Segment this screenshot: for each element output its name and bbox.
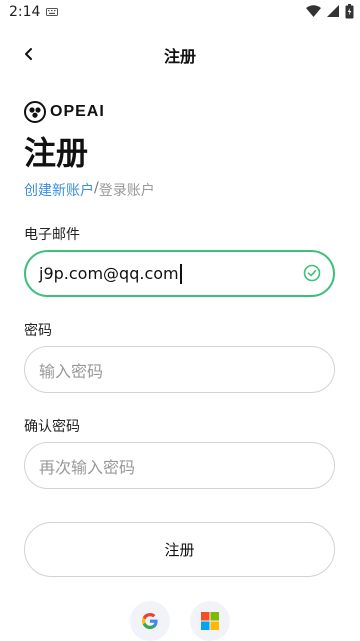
app-bar: 注册: [0, 34, 360, 74]
cellular-icon: [327, 5, 339, 17]
battery-icon: [345, 4, 354, 19]
email-label: 电子邮件: [24, 227, 80, 243]
create-account-link[interactable]: 创建新账户: [24, 180, 94, 200]
microsoft-icon: [201, 612, 219, 630]
app-bar-title: 注册: [163, 47, 196, 66]
status-time: 2:14: [9, 4, 41, 20]
brand-name: OPEAI: [50, 103, 105, 120]
google-signin-button[interactable]: [130, 601, 170, 641]
text-caret: [179, 263, 182, 284]
wifi-icon: [306, 5, 321, 17]
keyboard-icon: [46, 8, 58, 16]
check-circle-icon: [303, 264, 321, 282]
confirm-password-placeholder: 再次输入密码: [39, 457, 136, 477]
login-link[interactable]: 登录账户: [99, 180, 155, 200]
status-bar: 2:14: [0, 0, 360, 24]
google-icon: [142, 613, 158, 629]
email-field[interactable]: j9p.com@qq.com: [24, 250, 335, 297]
brand-logo: OPEAI: [24, 101, 105, 123]
email-value: j9p.com@qq.com: [39, 264, 179, 283]
auth-mode-nav: 创建新账户 / 登录账户: [24, 180, 155, 200]
page-heading: 注册: [24, 134, 89, 172]
confirm-password-label: 确认密码: [24, 419, 80, 435]
password-label: 密码: [24, 323, 52, 339]
password-placeholder: 输入密码: [39, 361, 104, 381]
brand-logo-icon: [24, 101, 46, 123]
register-button[interactable]: 注册: [24, 522, 335, 577]
password-field[interactable]: 输入密码: [24, 346, 335, 393]
microsoft-signin-button[interactable]: [190, 601, 230, 641]
confirm-password-field[interactable]: 再次输入密码: [24, 442, 335, 489]
